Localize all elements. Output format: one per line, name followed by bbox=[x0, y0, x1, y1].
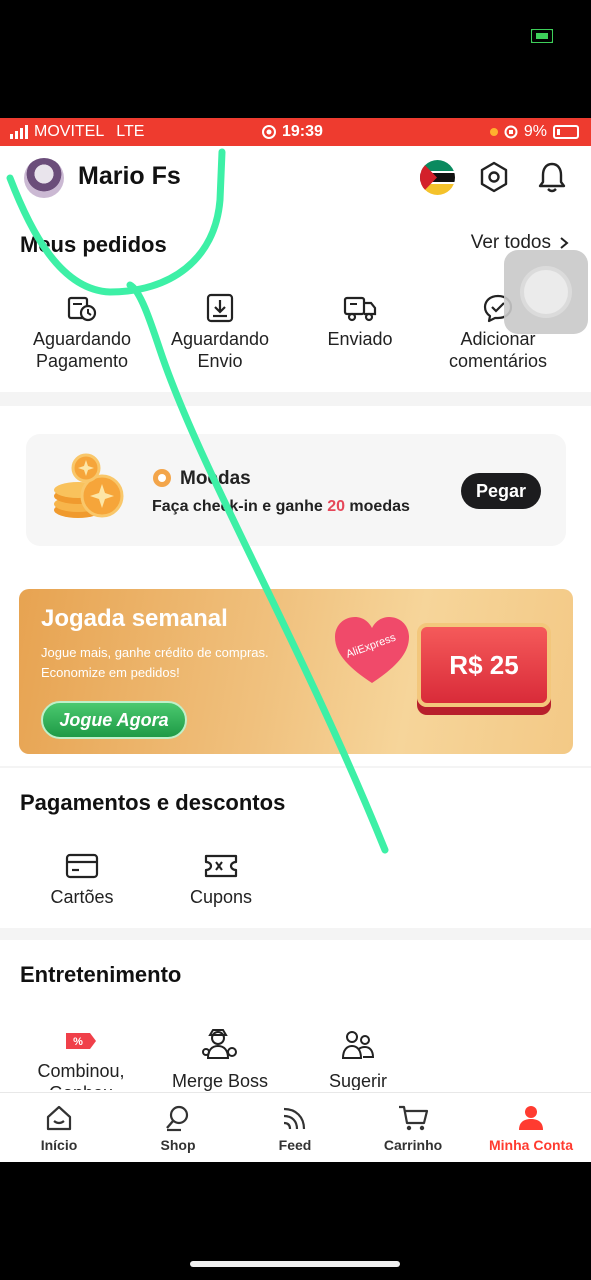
tab-label: Shop bbox=[160, 1137, 196, 1153]
card-icon bbox=[65, 853, 99, 879]
chevron-right-icon bbox=[560, 237, 569, 249]
suggest-friends-label: Sugerir amigos bbox=[328, 1071, 388, 1090]
order-item-label: Adicionar comentários bbox=[448, 329, 548, 371]
carrier-name: MOVITEL bbox=[34, 123, 105, 140]
signal-icon bbox=[10, 125, 28, 139]
bottom-tab-bar: Início Shop Feed Carrinho Minha Conta bbox=[0, 1092, 591, 1162]
expand-icon bbox=[531, 29, 553, 43]
battery-percent: 9% bbox=[523, 123, 547, 140]
weekly-game-banner[interactable]: Jogada semanal Jogue mais, ganhe crédito… bbox=[19, 589, 573, 754]
combinou-label: Combinou, Ganhou bbox=[37, 1061, 125, 1090]
entertainment-title: Entretenimento bbox=[20, 962, 182, 987]
cart-icon bbox=[399, 1105, 429, 1131]
pending-shipment-icon bbox=[206, 293, 234, 323]
play-now-button[interactable]: Jogue Agora bbox=[41, 701, 187, 739]
orientation-lock-icon bbox=[504, 125, 518, 139]
feed-icon bbox=[283, 1107, 306, 1130]
tab-minha-conta[interactable]: Minha Conta bbox=[481, 1103, 581, 1153]
suggest-friends-item[interactable]: Sugerir amigos bbox=[298, 1026, 418, 1090]
merge-boss-item[interactable]: Merge Boss bbox=[160, 1026, 280, 1092]
status-right: 9% bbox=[489, 123, 579, 141]
tab-inicio[interactable]: Início bbox=[9, 1103, 109, 1153]
time-text: 19:39 bbox=[282, 123, 323, 140]
search-icon bbox=[166, 1105, 189, 1132]
order-item-label: Aguardando Envio bbox=[170, 329, 270, 371]
order-item-label: Aguardando Pagamento bbox=[32, 329, 132, 371]
svg-text:%: % bbox=[73, 1036, 83, 1048]
coins-subtitle-post: moedas bbox=[344, 498, 410, 515]
merge-boss-icon bbox=[202, 1029, 237, 1059]
pending-payment-icon bbox=[67, 296, 97, 322]
coin-badge-icon bbox=[153, 469, 171, 487]
notification-bell-icon[interactable] bbox=[536, 160, 568, 194]
coupons-item[interactable]: Cupons bbox=[161, 852, 281, 908]
mozambique-flag-icon[interactable] bbox=[420, 160, 455, 195]
avatar[interactable] bbox=[24, 158, 64, 198]
order-pending-shipment[interactable]: Aguardando Envio bbox=[150, 292, 290, 372]
combinou-ganhou-item[interactable]: % Combinou, Ganhou bbox=[21, 1028, 141, 1090]
assistive-touch-button[interactable] bbox=[504, 250, 588, 334]
home-icon bbox=[46, 1105, 72, 1131]
banner-subtitle: Jogue mais, ganhe crédito de compras. Ec… bbox=[41, 645, 269, 680]
heart-icon: AliExpress bbox=[335, 617, 409, 683]
coins-title: Moedas bbox=[180, 468, 251, 489]
tab-label: Minha Conta bbox=[489, 1137, 573, 1153]
home-indicator[interactable] bbox=[190, 1261, 400, 1267]
privacy-dot-icon bbox=[489, 128, 498, 136]
status-bar: MOVITEL LTE 19:39 9% bbox=[0, 118, 591, 146]
network-type: LTE bbox=[116, 123, 145, 140]
coins-amount: 20 bbox=[327, 498, 345, 515]
cards-item[interactable]: Cartões bbox=[22, 852, 142, 908]
video-top-bar bbox=[0, 0, 591, 118]
coins-subtitle-pre: Faça check-in e ganhe bbox=[152, 498, 328, 515]
coins-stack-icon bbox=[54, 453, 124, 518]
tab-shop[interactable]: Shop bbox=[128, 1103, 228, 1153]
carrier-info: MOVITEL LTE bbox=[10, 123, 144, 141]
phone-screen: MOVITEL LTE 19:39 9% Mario Fs Meus pedid… bbox=[0, 0, 591, 1280]
tab-label: Carrinho bbox=[383, 1137, 443, 1153]
tab-label: Feed bbox=[278, 1137, 312, 1153]
tab-carrinho[interactable]: Carrinho bbox=[363, 1103, 463, 1153]
coupon-icon bbox=[204, 854, 238, 878]
shipped-truck-icon bbox=[343, 296, 377, 322]
username[interactable]: Mario Fs bbox=[78, 162, 181, 191]
discount-tag-icon: % bbox=[66, 1033, 96, 1049]
payments-title: Pagamentos e descontos bbox=[20, 790, 286, 815]
order-pending-payment[interactable]: Aguardando Pagamento bbox=[12, 292, 152, 372]
battery-icon bbox=[553, 125, 579, 139]
credit-ticket: R$ 25 bbox=[417, 623, 551, 707]
coupons-label: Cupons bbox=[189, 887, 253, 907]
tab-feed[interactable]: Feed bbox=[245, 1103, 345, 1153]
friends-icon bbox=[341, 1031, 375, 1059]
order-item-label: Enviado bbox=[327, 329, 393, 349]
orders-title: Meus pedidos bbox=[20, 232, 167, 257]
banner-title: Jogada semanal bbox=[41, 605, 228, 632]
status-time: 19:39 bbox=[262, 123, 323, 141]
app-content: Mario Fs Meus pedidos Ver todos Aguardan… bbox=[0, 146, 591, 1162]
settings-icon[interactable] bbox=[478, 160, 510, 194]
recording-icon bbox=[262, 125, 276, 139]
claim-coins-button[interactable]: Pegar bbox=[461, 473, 541, 509]
order-shipped[interactable]: Enviado bbox=[290, 292, 430, 350]
tab-label: Início bbox=[40, 1137, 78, 1153]
merge-boss-label: Merge Boss bbox=[171, 1071, 269, 1091]
coins-subtitle: Faça check-in e ganhe 20 moedas bbox=[152, 498, 410, 516]
profile-header: Mario Fs bbox=[0, 146, 591, 210]
cards-label: Cartões bbox=[50, 887, 114, 907]
account-icon bbox=[519, 1106, 543, 1130]
